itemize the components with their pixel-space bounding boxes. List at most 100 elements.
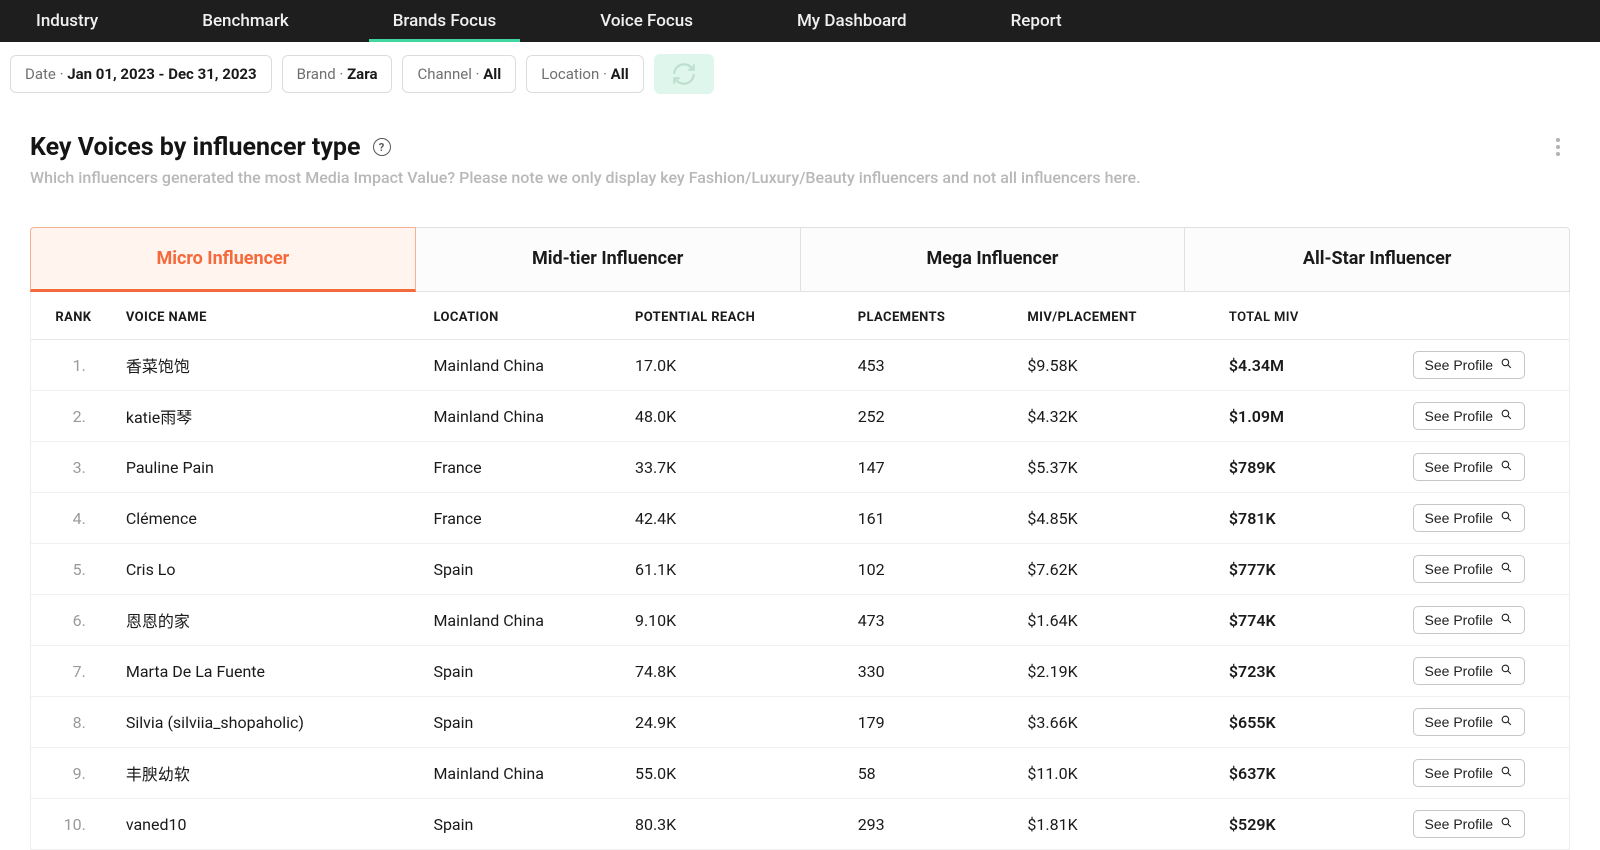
col-voice-name[interactable]: VOICE NAME (116, 292, 424, 340)
col-location[interactable]: LOCATION (423, 292, 625, 340)
cell-voice-name: vaned10 (116, 799, 424, 850)
see-profile-button[interactable]: See Profile (1413, 402, 1525, 430)
filter-brand-label: Brand · (297, 65, 347, 83)
see-profile-label: See Profile (1425, 663, 1493, 679)
see-profile-label: See Profile (1425, 714, 1493, 730)
filter-location[interactable]: Location · All (526, 55, 643, 93)
cell-placements: 473 (848, 595, 1018, 646)
nav-item-voice-focus[interactable]: Voice Focus (576, 0, 717, 42)
cell-location: Mainland China (423, 748, 625, 799)
cell-reach: 74.8K (625, 646, 848, 697)
cell-location: Spain (423, 646, 625, 697)
filter-date-value: Jan 01, 2023 - Dec 31, 2023 (67, 65, 256, 83)
filter-brand[interactable]: Brand · Zara (282, 55, 393, 93)
cell-placements: 330 (848, 646, 1018, 697)
cell-total-miv: $723K (1219, 646, 1399, 697)
filter-channel-label: Channel · (417, 65, 483, 83)
cell-placements: 102 (848, 544, 1018, 595)
more-menu-icon[interactable] (1546, 132, 1570, 162)
cell-voice-name: 恩恩的家 (116, 595, 424, 646)
search-icon (1500, 408, 1513, 424)
cell-action: See Profile (1399, 442, 1569, 493)
cell-total-miv: $655K (1219, 697, 1399, 748)
cell-reach: 80.3K (625, 799, 848, 850)
table-row: 10.vaned10Spain80.3K293$1.81K$529KSee Pr… (31, 799, 1569, 850)
table-row: 6.恩恩的家Mainland China9.10K473$1.64K$774KS… (31, 595, 1569, 646)
help-icon[interactable]: ? (373, 138, 391, 156)
cell-rank: 3. (31, 442, 116, 493)
col-rank[interactable]: RANK (31, 292, 116, 340)
col-potential-reach[interactable]: POTENTIAL REACH (625, 292, 848, 340)
cell-rank: 1. (31, 340, 116, 391)
cell-placements: 453 (848, 340, 1018, 391)
see-profile-button[interactable]: See Profile (1413, 810, 1525, 838)
cell-placements: 147 (848, 442, 1018, 493)
cell-action: See Profile (1399, 748, 1569, 799)
cell-rank: 2. (31, 391, 116, 442)
cell-rank: 5. (31, 544, 116, 595)
filter-date[interactable]: Date · Jan 01, 2023 - Dec 31, 2023 (10, 55, 272, 93)
see-profile-label: See Profile (1425, 408, 1493, 424)
cell-action: See Profile (1399, 595, 1569, 646)
table-row: 8.Silvia (silviia_shopaholic)Spain24.9K1… (31, 697, 1569, 748)
see-profile-button[interactable]: See Profile (1413, 759, 1525, 787)
tab-micro-influencer[interactable]: Micro Influencer (30, 227, 416, 292)
search-icon (1500, 510, 1513, 526)
cell-location: France (423, 442, 625, 493)
cell-reach: 17.0K (625, 340, 848, 391)
top-nav: Industry Benchmark Brands Focus Voice Focus… (0, 0, 1600, 42)
cell-mivp: $3.66K (1017, 697, 1219, 748)
nav-item-my-dashboard[interactable]: My Dashboard (773, 0, 931, 42)
cell-total-miv: $637K (1219, 748, 1399, 799)
cell-reach: 33.7K (625, 442, 848, 493)
cell-reach: 42.4K (625, 493, 848, 544)
cell-voice-name: Clémence (116, 493, 424, 544)
tab-all-star-influencer[interactable]: All-Star Influencer (1185, 227, 1570, 292)
see-profile-button[interactable]: See Profile (1413, 351, 1525, 379)
see-profile-button[interactable]: See Profile (1413, 555, 1525, 583)
nav-item-report[interactable]: Report (987, 0, 1086, 42)
apply-filters-button[interactable] (654, 54, 714, 94)
cell-action: See Profile (1399, 697, 1569, 748)
cell-location: Mainland China (423, 391, 625, 442)
see-profile-button[interactable]: See Profile (1413, 504, 1525, 532)
cell-total-miv: $529K (1219, 799, 1399, 850)
cell-voice-name: katie雨琴 (116, 391, 424, 442)
see-profile-label: See Profile (1425, 561, 1493, 577)
see-profile-label: See Profile (1425, 816, 1493, 832)
cell-voice-name: Pauline Pain (116, 442, 424, 493)
page-subtitle: Which influencers generated the most Med… (30, 168, 1570, 187)
cell-reach: 48.0K (625, 391, 848, 442)
tab-mid-tier-influencer[interactable]: Mid-tier Influencer (416, 227, 801, 292)
see-profile-button[interactable]: See Profile (1413, 453, 1525, 481)
filter-channel[interactable]: Channel · All (402, 55, 516, 93)
cell-voice-name: 香菜饱饱 (116, 340, 424, 391)
search-icon (1500, 816, 1513, 832)
cell-mivp: $4.32K (1017, 391, 1219, 442)
col-total-miv[interactable]: TOTAL MIV (1219, 292, 1399, 340)
col-miv-per-placement[interactable]: MIV/PLACEMENT (1017, 292, 1219, 340)
nav-item-brands-focus[interactable]: Brands Focus (369, 0, 521, 42)
search-icon (1500, 765, 1513, 781)
cell-reach: 24.9K (625, 697, 848, 748)
col-placements[interactable]: PLACEMENTS (848, 292, 1018, 340)
table-row: 3.Pauline PainFrance33.7K147$5.37K$789KS… (31, 442, 1569, 493)
tab-mega-influencer[interactable]: Mega Influencer (801, 227, 1186, 292)
search-icon (1500, 561, 1513, 577)
see-profile-button[interactable]: See Profile (1413, 708, 1525, 736)
cell-total-miv: $1.09M (1219, 391, 1399, 442)
cell-mivp: $1.64K (1017, 595, 1219, 646)
cell-rank: 4. (31, 493, 116, 544)
cell-action: See Profile (1399, 391, 1569, 442)
cell-placements: 293 (848, 799, 1018, 850)
cell-mivp: $4.85K (1017, 493, 1219, 544)
cell-rank: 8. (31, 697, 116, 748)
nav-item-industry[interactable]: Industry (12, 0, 122, 42)
nav-item-benchmark[interactable]: Benchmark (178, 0, 312, 42)
cell-voice-name: Silvia (silviia_shopaholic) (116, 697, 424, 748)
see-profile-button[interactable]: See Profile (1413, 657, 1525, 685)
see-profile-button[interactable]: See Profile (1413, 606, 1525, 634)
see-profile-label: See Profile (1425, 459, 1493, 475)
cell-total-miv: $789K (1219, 442, 1399, 493)
see-profile-label: See Profile (1425, 612, 1493, 628)
